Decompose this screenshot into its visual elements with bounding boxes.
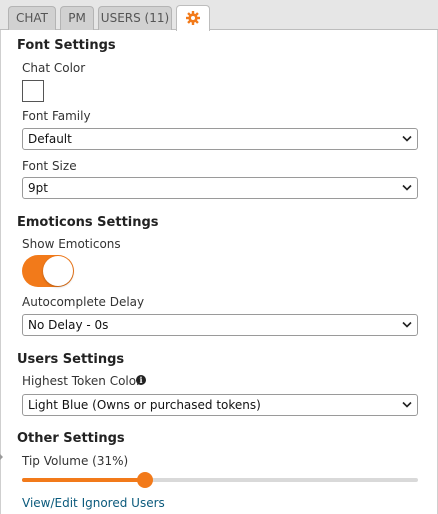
show-emoticons-toggle[interactable]	[22, 255, 74, 287]
toggle-knob	[43, 256, 73, 286]
autocomplete-delay-label: Autocomplete Delay	[22, 295, 145, 309]
settings-panel: Font Settings Chat Color Font Family Def…	[0, 30, 438, 514]
users-settings-title: Users Settings	[17, 352, 125, 367]
tab-pm[interactable]: PM	[60, 6, 94, 30]
show-emoticons-label: Show Emoticons	[22, 237, 121, 251]
tip-volume-label: Tip Volume (31%)	[22, 454, 129, 468]
font-size-select[interactable]: 9pt	[22, 177, 418, 199]
tab-users[interactable]: USERS (11)	[98, 6, 172, 30]
other-settings-title: Other Settings	[17, 431, 125, 446]
font-settings-title: Font Settings	[17, 38, 116, 53]
font-family-select[interactable]: Default	[22, 128, 418, 150]
highest-token-color-select[interactable]: Light Blue (Owns or purchased tokens)	[22, 394, 418, 416]
settings-window: CHAT PM USERS (11) Font Settings Chat Co…	[0, 0, 438, 514]
font-family-value: Default	[28, 132, 72, 146]
chevron-down-icon	[402, 401, 412, 408]
chat-color-label: Chat Color	[22, 61, 86, 75]
gear-icon	[186, 11, 200, 25]
tab-chat[interactable]: CHAT	[8, 6, 56, 30]
emoticons-settings-title: Emoticons Settings	[17, 215, 159, 230]
font-size-value: 9pt	[28, 181, 48, 195]
chevron-down-icon	[402, 321, 412, 328]
font-size-label: Font Size	[22, 159, 77, 173]
chevron-down-icon	[402, 135, 412, 142]
highest-token-color-label: Highest Token Color	[22, 374, 142, 388]
tip-volume-thumb[interactable]	[136, 472, 153, 488]
autocomplete-delay-select[interactable]: No Delay - 0s	[22, 314, 418, 336]
tab-bar: CHAT PM USERS (11)	[0, 0, 438, 31]
tip-volume-fill	[22, 478, 145, 482]
tab-settings[interactable]	[176, 5, 210, 31]
chat-color-swatch[interactable]	[22, 80, 44, 102]
chevron-down-icon	[402, 184, 412, 191]
autocomplete-delay-value: No Delay - 0s	[28, 318, 109, 332]
view-edit-ignored-users-link[interactable]: View/Edit Ignored Users	[22, 496, 165, 510]
tip-volume-slider[interactable]	[22, 472, 418, 488]
font-family-label: Font Family	[22, 109, 91, 123]
collapse-arrow-icon[interactable]	[0, 454, 3, 460]
info-icon[interactable]: i	[136, 375, 146, 385]
highest-token-color-value: Light Blue (Owns or purchased tokens)	[28, 398, 261, 412]
